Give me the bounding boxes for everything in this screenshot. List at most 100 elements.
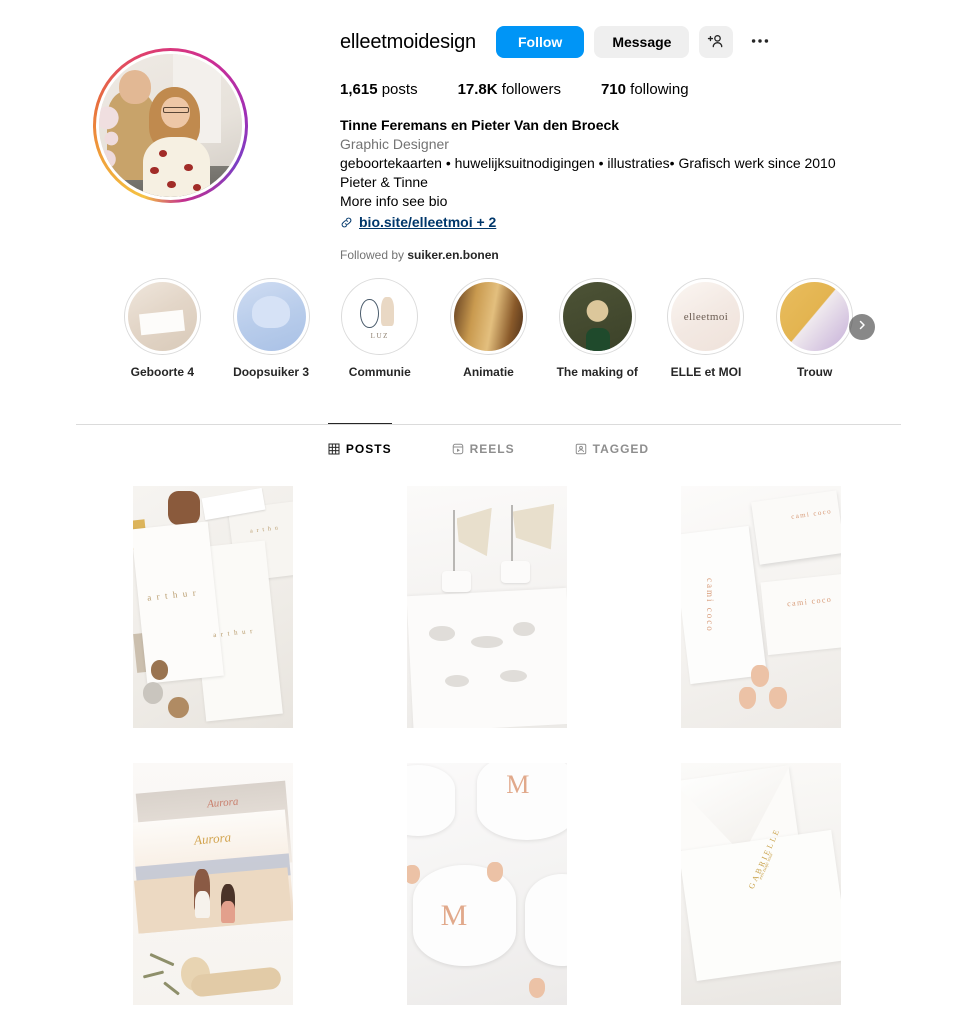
stat-followers[interactable]: 17.8K followers [458, 81, 561, 98]
post-art-shape [456, 507, 492, 557]
avatar-art-glasses [162, 106, 189, 113]
post-thumbnail[interactable]: M M [407, 763, 567, 1005]
highlight-label: ELLE et MOI [670, 365, 742, 379]
highlight-ring [667, 278, 745, 355]
add-person-button[interactable] [699, 26, 734, 58]
followed-by-user[interactable]: suiker.en.bonen [407, 248, 498, 262]
post-art-shape [407, 864, 420, 884]
post-image: Aurora Aurora [133, 763, 293, 1005]
highlights-next-button[interactable] [849, 314, 876, 340]
stat-posts: 1,615 posts [340, 81, 418, 98]
username-action-row: elleetmoidesign Follow Message [340, 26, 836, 58]
post-thumbnail[interactable]: a r t h u r a r t h u r a r t h u [133, 486, 293, 728]
profile-info-column: elleetmoidesign Follow Message 1,615 pos… [340, 0, 836, 262]
follow-button[interactable]: Follow [495, 26, 585, 58]
tab-tagged[interactable]: TAGGED [575, 423, 649, 470]
link-icon [340, 216, 353, 229]
post-art-shape [681, 525, 767, 684]
post-art-shape [429, 626, 455, 641]
tab-reels[interactable]: REELS [452, 423, 515, 470]
followed-by-prefix: Followed by [340, 248, 405, 262]
highlight-label: Geboorte 4 [130, 365, 195, 379]
tab-posts-label: POSTS [345, 442, 392, 456]
highlight-communie[interactable]: LUZ Communie [325, 278, 434, 379]
more-options-button[interactable] [743, 26, 777, 58]
post-art-shape [511, 505, 513, 564]
avatar-inner-border [95, 51, 245, 200]
profile-tabs: POSTS REELS TAGGED [0, 423, 977, 470]
bio-link[interactable]: bio.site/elleetmoi + 2 [340, 213, 836, 232]
post-grid: a r t h u r a r t h u r a r t h u cami c… [133, 486, 841, 1005]
post-art-shape [221, 900, 236, 923]
avatar[interactable] [98, 54, 242, 197]
avatar-art-man-head [118, 69, 152, 105]
posts-count: 1,615 [340, 81, 378, 98]
bio-line: geboortekaarten • huwelijksuitnodigingen… [340, 155, 836, 171]
highlight-cover [454, 282, 524, 351]
post-art-shape [442, 570, 471, 593]
highlight-trouw[interactable]: Trouw [760, 278, 876, 379]
highlight-ring: LUZ [341, 278, 419, 355]
following-label: following [630, 81, 689, 98]
post-art-text: Aurora [193, 829, 232, 848]
highlight-label: Doopsuiker 3 [233, 365, 310, 379]
post-art-text: cami coco [705, 577, 715, 633]
highlight-cover: LUZ [345, 282, 415, 351]
highlight-ring [558, 278, 636, 355]
post-image: M M [407, 763, 567, 1005]
followers-count: 17.8K [457, 81, 498, 98]
highlight-geboorte-4[interactable]: Geboorte 4 [108, 278, 217, 379]
bio-section: Tinne Feremans en Pieter Van den Broeck … [340, 116, 836, 232]
post-art-shape [499, 669, 527, 682]
highlight-ring [450, 278, 528, 355]
avatar-art-dot [158, 149, 168, 157]
message-button[interactable]: Message [594, 26, 690, 58]
tab-reels-label: REELS [469, 442, 515, 456]
avatar-column [0, 0, 340, 203]
post-art-shape [487, 862, 503, 882]
post-art-shape [168, 490, 201, 525]
avatar-art-dot [149, 166, 159, 175]
highlight-the-making-of[interactable]: The making of [543, 278, 652, 379]
story-highlights: Geboorte 4 Doopsuiker 3 LUZ Communie Ani… [0, 278, 977, 379]
post-thumbnail[interactable]: cami coco cami coco cami coco [681, 486, 841, 728]
highlight-ring [123, 278, 201, 355]
reels-icon [452, 443, 464, 455]
add-person-icon [707, 32, 725, 52]
post-art-shape [738, 686, 757, 709]
followers-label: followers [501, 81, 561, 98]
stat-following[interactable]: 710 following [601, 81, 689, 98]
post-art-shape [471, 636, 503, 649]
followed-by: Followed by suiker.en.bonen [340, 248, 836, 262]
tab-posts[interactable]: POSTS [327, 423, 392, 470]
post-art-shape [407, 765, 455, 836]
highlight-cover [236, 282, 306, 351]
post-thumbnail[interactable] [407, 486, 567, 728]
highlight-ring [232, 278, 310, 355]
highlight-cover [562, 282, 632, 351]
tab-tagged-label: TAGGED [592, 442, 650, 456]
post-art-text: Aurora [206, 795, 239, 811]
post-art-shape [149, 953, 175, 967]
post-thumbnail[interactable]: Aurora Aurora [133, 763, 293, 1005]
highlight-label: Trouw [797, 365, 833, 379]
story-ring[interactable] [92, 48, 248, 203]
post-art-text: M [506, 770, 530, 800]
post-art-shape [142, 970, 164, 979]
page-title: elleetmoidesign [340, 31, 476, 53]
highlight-animatie[interactable]: Animatie [434, 278, 543, 379]
highlight-elle-et-moi[interactable]: ELLE et MOI [652, 278, 761, 379]
post-art-shape [769, 686, 787, 709]
highlight-ring [776, 278, 854, 355]
post-image [407, 486, 567, 728]
avatar-art-blossom [98, 102, 125, 177]
highlight-label: Communie [348, 365, 411, 379]
post-thumbnail[interactable]: GABRIELLE een zusje voor [681, 763, 841, 1005]
chevron-right-icon [856, 318, 868, 336]
post-art-shape [751, 665, 769, 687]
highlight-doopsuiker-3[interactable]: Doopsuiker 3 [217, 278, 326, 379]
post-image: GABRIELLE een zusje voor [681, 763, 841, 1005]
profile-header: elleetmoidesign Follow Message 1,615 pos… [0, 0, 977, 262]
post-art-shape [445, 674, 470, 687]
post-art-shape [150, 660, 169, 680]
